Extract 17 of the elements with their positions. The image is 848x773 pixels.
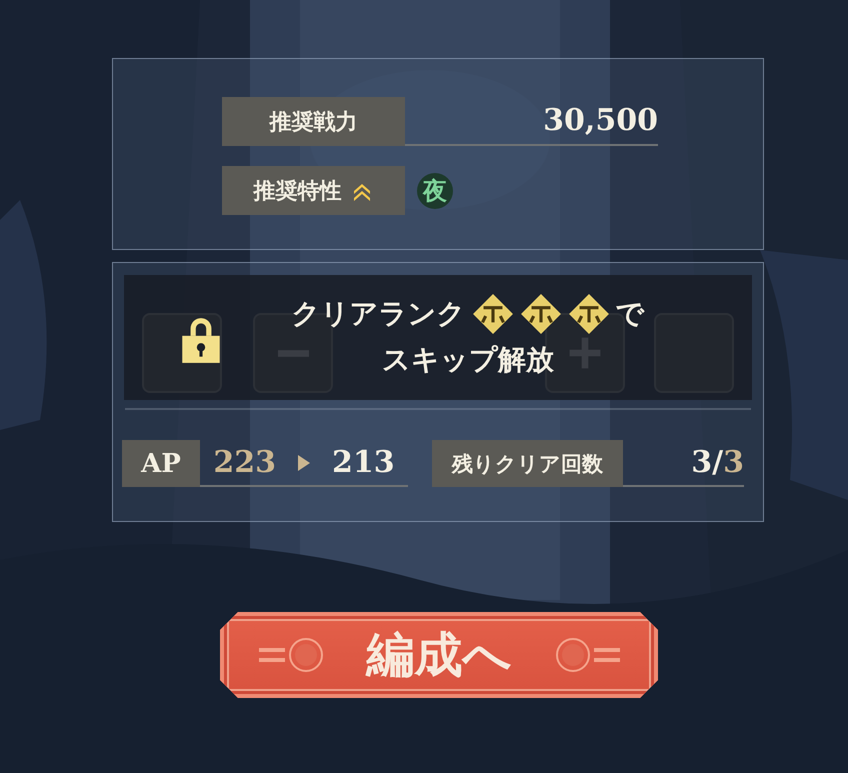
unlock-text: スキップ解放	[382, 342, 554, 378]
rank-icon	[520, 293, 562, 335]
formation-button[interactable]: 編成へ	[220, 612, 658, 698]
unlock-text: で	[616, 296, 644, 332]
ap-after: 213	[332, 445, 395, 480]
power-label: 推奨戦力	[222, 97, 405, 146]
remaining-clears-value: 3/3	[691, 445, 744, 480]
power-value: 30,500	[543, 103, 658, 138]
rank-icon	[568, 293, 610, 335]
trait-label: 推奨特性	[254, 176, 342, 206]
ap-label: AP	[122, 440, 200, 487]
unlock-text: クリアランク	[292, 296, 466, 332]
ap-before: 223	[213, 445, 276, 480]
arrow-right-icon	[298, 454, 310, 470]
remaining-clears-label: 残りクリア回数	[432, 440, 623, 487]
minus-icon	[278, 350, 308, 356]
rank-icon	[472, 293, 514, 335]
